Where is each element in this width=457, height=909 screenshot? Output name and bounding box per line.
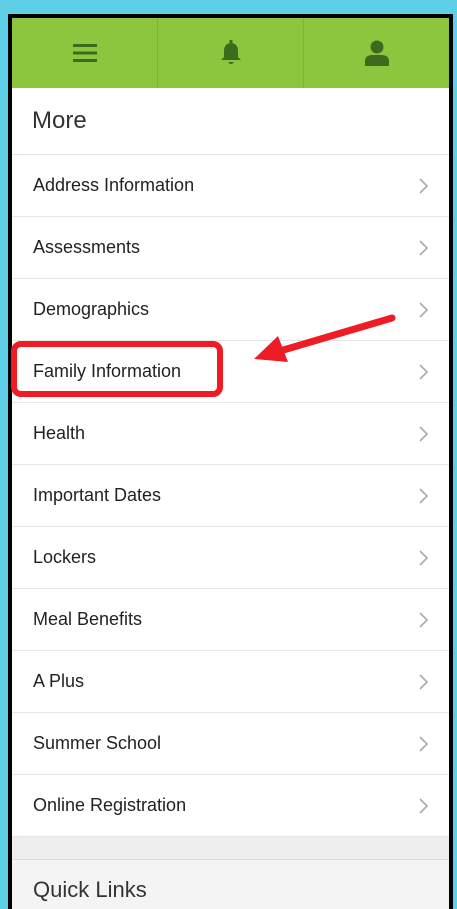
menu-item-label: Lockers xyxy=(33,547,97,567)
menu-item-label: Online Registration xyxy=(33,795,187,815)
chevron-right-icon xyxy=(419,239,429,256)
profile-button[interactable] xyxy=(304,18,449,88)
highlight-box-annotation xyxy=(11,341,223,397)
chevron-right-icon xyxy=(419,673,429,690)
menu-item-label: A Plus xyxy=(33,671,85,691)
section-title: More xyxy=(12,88,449,155)
device-frame: More Address Information Assessments Dem… xyxy=(8,14,453,909)
menu-item-label: Important Dates xyxy=(33,485,162,505)
app-screen: More Address Information Assessments Dem… xyxy=(12,18,449,909)
quick-links-title: Quick Links xyxy=(12,860,449,909)
chevron-right-icon xyxy=(419,301,429,318)
menu-item-a-plus[interactable]: A Plus xyxy=(12,651,449,713)
menu-item-address-information[interactable]: Address Information xyxy=(12,155,449,217)
menu-item-label: Assessments xyxy=(33,237,141,257)
menu-item-summer-school[interactable]: Summer School xyxy=(12,713,449,775)
chevron-right-icon xyxy=(419,549,429,566)
top-navigation-bar xyxy=(12,18,449,88)
more-menu-list: Address Information Assessments Demograp… xyxy=(12,155,449,837)
menu-icon xyxy=(72,44,97,62)
menu-item-meal-benefits[interactable]: Meal Benefits xyxy=(12,589,449,651)
menu-item-label: Health xyxy=(33,423,86,443)
menu-item-label: Demographics xyxy=(33,299,150,319)
menu-item-label: Meal Benefits xyxy=(33,609,143,629)
section-divider xyxy=(12,837,449,860)
menu-item-health[interactable]: Health xyxy=(12,403,449,465)
menu-item-label: Summer School xyxy=(33,733,162,753)
user-icon xyxy=(364,40,389,66)
menu-item-label: Address Information xyxy=(33,175,195,195)
chevron-right-icon xyxy=(419,363,429,380)
chevron-right-icon xyxy=(419,797,429,814)
menu-item-online-registration[interactable]: Online Registration xyxy=(12,775,449,837)
menu-item-assessments[interactable]: Assessments xyxy=(12,217,449,279)
red-arrow-annotation xyxy=(254,314,396,362)
bell-icon xyxy=(220,40,241,64)
chevron-right-icon xyxy=(419,735,429,752)
menu-button[interactable] xyxy=(12,18,158,88)
chevron-right-icon xyxy=(419,611,429,628)
menu-item-lockers[interactable]: Lockers xyxy=(12,527,449,589)
chevron-right-icon xyxy=(419,425,429,442)
chevron-right-icon xyxy=(419,177,429,194)
chevron-right-icon xyxy=(419,487,429,504)
menu-item-important-dates[interactable]: Important Dates xyxy=(12,465,449,527)
notifications-button[interactable] xyxy=(158,18,304,88)
